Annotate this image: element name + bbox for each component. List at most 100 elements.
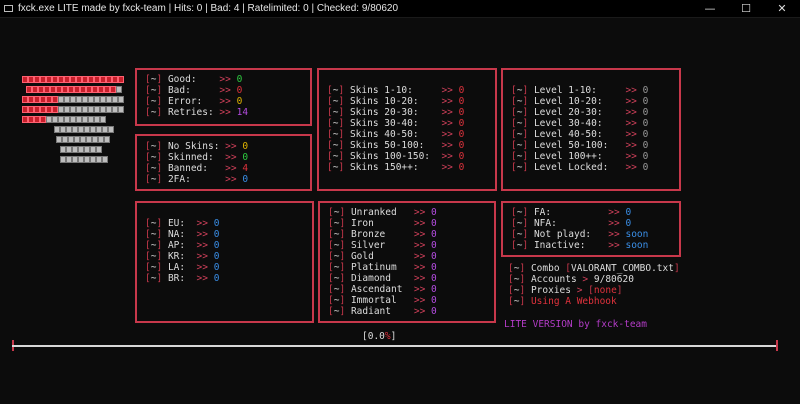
proxies-row: [~] Proxies > [none] [508, 285, 623, 296]
logo-block [100, 116, 106, 123]
levels-value: 0 [642, 162, 649, 173]
skins-row: [~] Skins 30-40: >> 0 [327, 118, 465, 129]
combo-row: [~] Combo [VALORANT_COMBO.txt] [508, 263, 680, 274]
levels-value: 0 [642, 151, 649, 162]
misc-row: [~] NFA: >> 0 [511, 218, 632, 229]
ranks-label: Unranked [350, 207, 414, 218]
levels-label: Level 20-30: [533, 107, 626, 118]
levels-label: Level 10-20: [533, 96, 626, 107]
skins-value: 0 [458, 85, 465, 96]
skins-value: 0 [458, 140, 465, 151]
ranks-label: Iron [350, 218, 414, 229]
misc-list: [~] FA: >> 0[~] NFA: >> 0[~] Not playd: … [511, 207, 648, 251]
skins-label: Skins 10-20: [349, 96, 442, 107]
skins-value: 0 [458, 96, 465, 107]
misc-value: soon [625, 240, 649, 251]
logo-block [108, 126, 114, 133]
combo-label: Combo [530, 263, 566, 274]
ranks-value: 0 [431, 295, 437, 306]
skins-label: Skins 20-30: [349, 107, 442, 118]
console-window-icon [4, 4, 13, 13]
skins_status-value: 0 [242, 141, 249, 152]
logo-block [102, 156, 108, 163]
misc-value: 0 [625, 207, 632, 218]
regions-row: [~] BR: >> 0 [145, 273, 220, 284]
webhook-text: Using A Webhook [530, 296, 617, 307]
skins-row: [~] Skins 100-150: >> 0 [327, 151, 465, 162]
skins-status-list: [~] No Skins: >> 0[~] Skinned: >> 0[~] B… [145, 141, 248, 185]
skins-label: Skins 1-10: [349, 85, 442, 96]
regions-value: 0 [213, 229, 220, 240]
regions-list: [~] EU: >> 0[~] NA: >> 0[~] AP: >> 0[~] … [145, 218, 219, 284]
skins-row: [~] Skins 50-100: >> 0 [327, 140, 465, 151]
regions-row: [~] EU: >> 0 [145, 218, 220, 229]
skins-row: [~] Skins 10-20: >> 0 [327, 96, 465, 107]
regions-label: AP: [167, 240, 197, 251]
skins-label: Skins 150++: [349, 162, 442, 173]
ranks-label: Bronze [350, 229, 414, 240]
regions-value: 0 [213, 273, 220, 284]
ranks-row: [~] Immortal >> 0 [328, 295, 437, 306]
maximize-button[interactable]: ☐ [728, 0, 764, 17]
ranks-label: Immortal [350, 295, 414, 306]
levels-value: 0 [642, 85, 649, 96]
levels-row: [~] Level 100++: >> 0 [511, 151, 649, 162]
regions-row: [~] LA: >> 0 [145, 262, 220, 273]
progress-end-marker [776, 340, 778, 351]
skins_status-value: 4 [242, 163, 249, 174]
ranks-value: 0 [431, 306, 437, 317]
ranks-list: [~] Unranked >> 0[~] Iron >> 0[~] Bronze… [328, 207, 437, 317]
regions-value: 0 [213, 218, 220, 229]
ranks-value: 0 [431, 273, 437, 284]
skins_status-value: 0 [242, 174, 249, 185]
skins-value: 0 [458, 107, 465, 118]
regions-row: [~] NA: >> 0 [145, 229, 220, 240]
skins_status-label: 2FA: [167, 174, 226, 185]
misc-row: [~] Inactive: >> soon [511, 240, 649, 251]
levels-value: 0 [642, 107, 649, 118]
ranks-value: 0 [431, 240, 437, 251]
accounts-row: [~] Accounts > 9/80620 [508, 274, 634, 285]
levels-value: 0 [642, 96, 649, 107]
skins_status-row: [~] Banned: >> 4 [145, 163, 249, 174]
ranks-label: Silver [350, 240, 414, 251]
logo-block [104, 136, 110, 143]
stats-label: Bad: [167, 85, 220, 96]
ranks-row: [~] Iron >> 0 [328, 218, 437, 229]
stats-value: 0 [236, 96, 243, 107]
accounts-value: 9/80620 [588, 274, 634, 285]
logo-row [22, 76, 124, 84]
window-title: fxck.exe LITE made by fxck-team | Hits: … [18, 3, 399, 14]
logo-row [26, 86, 122, 94]
regions-value: 0 [213, 240, 220, 251]
skins_status-label: Skinned: [167, 152, 226, 163]
close-button[interactable]: ✕ [764, 0, 800, 17]
levels-row: [~] Level Locked: >> 0 [511, 162, 649, 173]
ranks-label: Ascendant [350, 284, 414, 295]
ranks-row: [~] Unranked >> 0 [328, 207, 437, 218]
skins-row: [~] Skins 40-50: >> 0 [327, 129, 465, 140]
skins_status-value: 0 [242, 152, 249, 163]
stats-row: [~] Retries: >> 14 [145, 107, 249, 118]
ranks-label: Platinum [350, 262, 414, 273]
progress-percent: [0.0%] [362, 331, 397, 342]
logo-block [118, 106, 124, 113]
minimize-button[interactable]: — [692, 0, 728, 17]
ranks-value: 0 [431, 229, 437, 240]
logo-row [60, 146, 102, 154]
stats-row: [~] Error: >> 0 [145, 96, 243, 107]
info-block: [~] Combo [VALORANT_COMBO.txt] [~] Accou… [508, 263, 680, 307]
skins-value: 0 [458, 151, 465, 162]
webhook-row: [~] Using A Webhook [508, 296, 617, 307]
stats-label: Error: [167, 96, 220, 107]
skins-value: 0 [458, 162, 465, 173]
levels-value: 0 [642, 140, 649, 151]
skins_status-row: [~] No Skins: >> 0 [145, 141, 249, 152]
skins_status-label: No Skins: [167, 141, 226, 152]
skins-row: [~] Skins 20-30: >> 0 [327, 107, 465, 118]
ranks-value: 0 [431, 262, 437, 273]
levels-row: [~] Level 20-30: >> 0 [511, 107, 649, 118]
ranks-row: [~] Ascendant >> 0 [328, 284, 437, 295]
logo-row [22, 116, 106, 124]
ranks-value: 0 [431, 251, 437, 262]
